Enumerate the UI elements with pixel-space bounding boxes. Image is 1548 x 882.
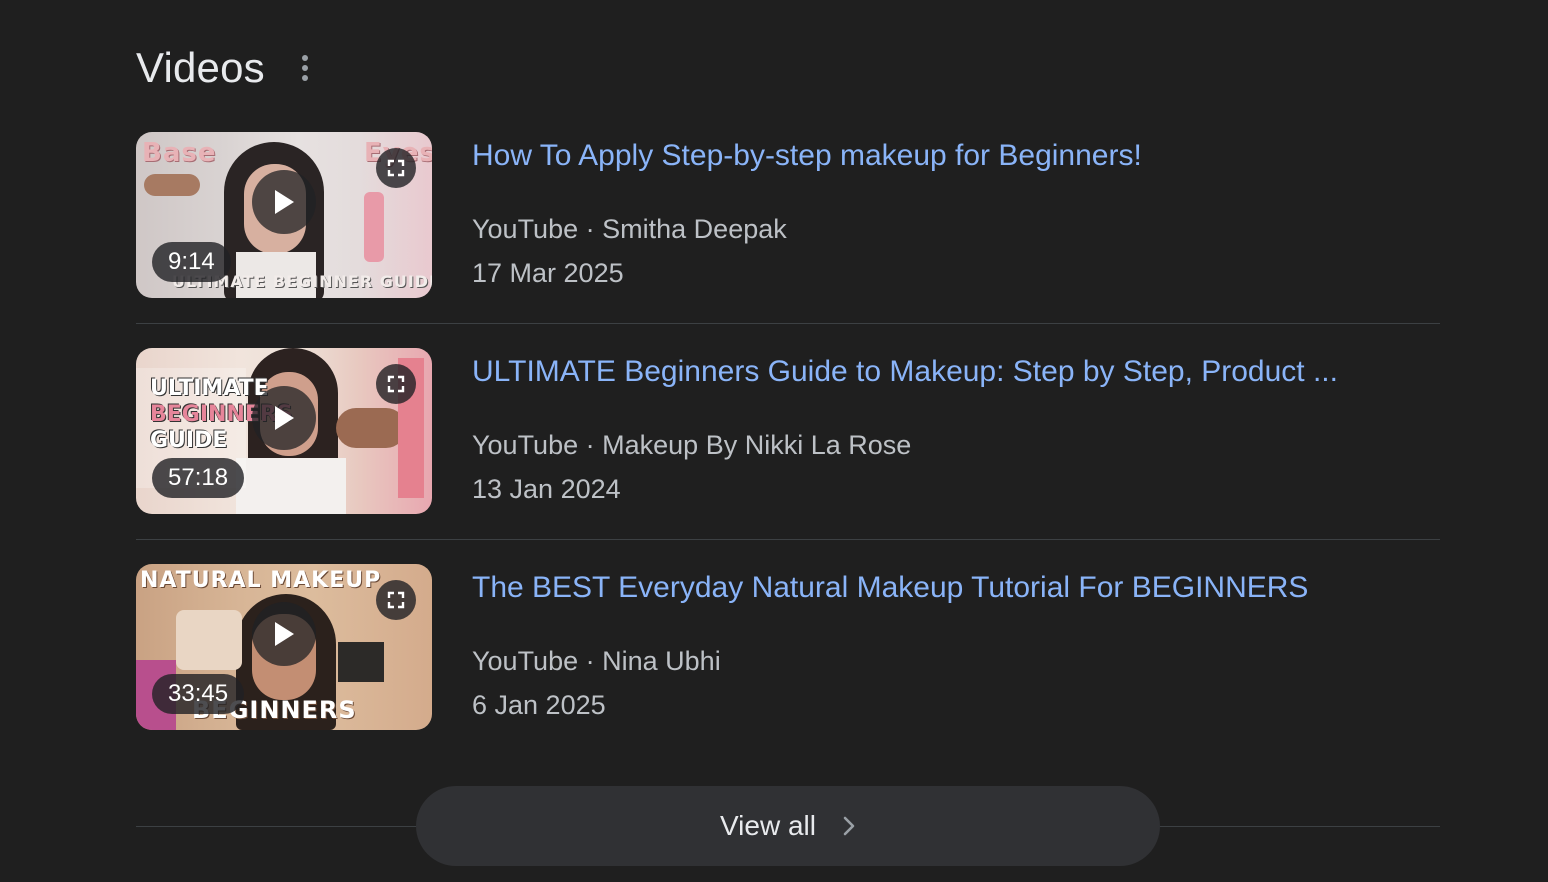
play-icon bbox=[275, 406, 294, 430]
more-vert-icon bbox=[301, 55, 308, 81]
separator: · bbox=[585, 430, 595, 460]
expand-button[interactable] bbox=[376, 148, 416, 188]
divider bbox=[136, 323, 1440, 324]
duration-badge: 9:14 bbox=[152, 242, 231, 282]
thumbnail-caption: Base bbox=[142, 138, 217, 168]
video-title-link[interactable]: ULTIMATE Beginners Guide to Makeup: Step… bbox=[472, 348, 1432, 396]
video-result: Base Eyes ULTIMATE BEGINNER GUIDE 9:14 H… bbox=[136, 132, 1440, 348]
expand-icon bbox=[387, 159, 405, 177]
video-title-link[interactable]: The BEST Everyday Natural Makeup Tutoria… bbox=[472, 564, 1432, 612]
thumbnail-caption: ULTIMATE bbox=[150, 376, 269, 401]
source-name: YouTube bbox=[472, 214, 579, 244]
expand-button[interactable] bbox=[376, 580, 416, 620]
video-info: How To Apply Step-by-step makeup for Beg… bbox=[472, 132, 1432, 295]
video-source: YouTube · Makeup By Nikki La Rose bbox=[472, 423, 1432, 467]
video-source: YouTube · Nina Ubhi bbox=[472, 639, 1432, 683]
section-title: Videos bbox=[136, 44, 265, 91]
view-all-label: View all bbox=[720, 810, 816, 841]
play-button[interactable] bbox=[252, 170, 316, 234]
view-all-button[interactable]: View all bbox=[416, 786, 1160, 866]
channel-name: Makeup By Nikki La Rose bbox=[602, 430, 912, 460]
duration-badge: 33:45 bbox=[152, 674, 245, 714]
chevron-right-icon bbox=[842, 815, 856, 837]
channel-name: Smitha Deepak bbox=[602, 214, 787, 244]
publish-date: 17 Mar 2025 bbox=[472, 258, 624, 288]
source-name: YouTube bbox=[472, 430, 579, 460]
video-info: ULTIMATE Beginners Guide to Makeup: Step… bbox=[472, 348, 1432, 511]
play-button[interactable] bbox=[252, 386, 316, 450]
source-name: YouTube bbox=[472, 646, 579, 676]
video-thumbnail[interactable]: Base Eyes ULTIMATE BEGINNER GUIDE 9:14 bbox=[136, 132, 432, 298]
separator: · bbox=[585, 214, 595, 244]
publish-date: 13 Jan 2024 bbox=[472, 474, 621, 504]
video-source: YouTube · Smitha Deepak bbox=[472, 207, 1432, 251]
video-info: The BEST Everyday Natural Makeup Tutoria… bbox=[472, 564, 1432, 727]
thumbnail-caption: GUIDE bbox=[150, 428, 228, 453]
play-button[interactable] bbox=[252, 602, 316, 666]
play-icon bbox=[275, 622, 294, 646]
video-thumbnail[interactable]: NATURAL MAKEUP BEGINNERS 33:45 bbox=[136, 564, 432, 730]
play-icon bbox=[275, 190, 294, 214]
divider bbox=[136, 539, 1440, 540]
publish-date: 6 Jan 2025 bbox=[472, 690, 606, 720]
videos-section: Videos Base Eyes ULTIMATE B bbox=[0, 0, 1548, 882]
video-title-link[interactable]: How To Apply Step-by-step makeup for Beg… bbox=[472, 132, 1432, 180]
section-header: Videos bbox=[136, 40, 317, 96]
expand-button[interactable] bbox=[376, 364, 416, 404]
video-result: NATURAL MAKEUP BEGINNERS 33:45 The BEST … bbox=[136, 564, 1440, 780]
more-options-button[interactable] bbox=[293, 48, 317, 88]
video-result: ULTIMATE BEGINNERS GUIDE 57:18 ULTIMATE … bbox=[136, 348, 1440, 564]
video-list: Base Eyes ULTIMATE BEGINNER GUIDE 9:14 H… bbox=[136, 132, 1440, 780]
separator: · bbox=[585, 646, 595, 676]
video-thumbnail[interactable]: ULTIMATE BEGINNERS GUIDE 57:18 bbox=[136, 348, 432, 514]
thumbnail-caption: NATURAL MAKEUP bbox=[140, 568, 382, 593]
expand-icon bbox=[387, 375, 405, 393]
channel-name: Nina Ubhi bbox=[602, 646, 721, 676]
duration-badge: 57:18 bbox=[152, 458, 245, 498]
expand-icon bbox=[387, 591, 405, 609]
